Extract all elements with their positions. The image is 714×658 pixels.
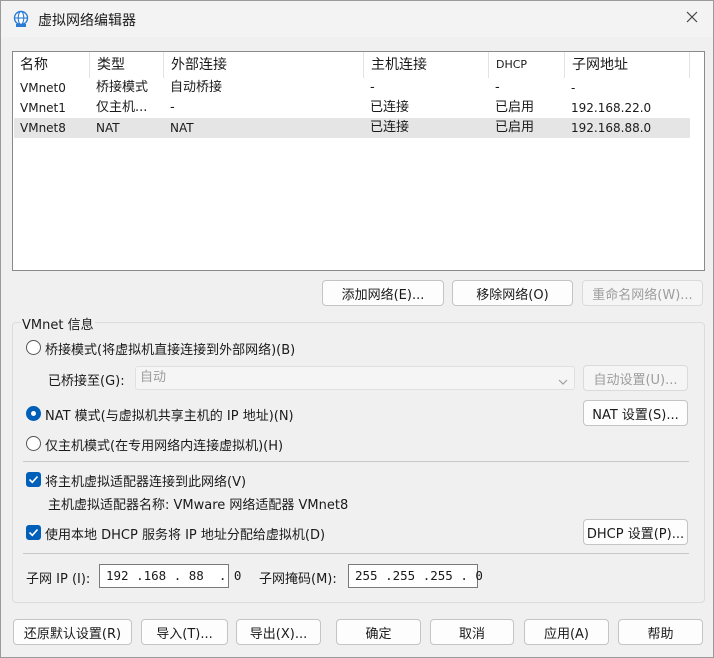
column-header-dhcp[interactable]: DHCP	[489, 52, 565, 78]
bridged-to-select[interactable]: 自动	[135, 366, 575, 390]
cell-dhcp: 已启用	[495, 120, 535, 135]
network-globe-icon	[12, 10, 30, 28]
vmnet-info-title: VMnet 信息	[21, 314, 95, 333]
connect-adapter-checkbox[interactable]	[26, 472, 41, 487]
apply-button[interactable]: 应用(A)	[524, 619, 609, 645]
adapter-name-text: 主机虚拟适配器名称: VMware 网络适配器 VMnet8	[48, 498, 349, 513]
cancel-button[interactable]: 取消	[430, 619, 514, 645]
cell-name: VMnet0	[20, 81, 66, 95]
checkmark-icon	[28, 475, 39, 484]
dhcp-checkbox[interactable]	[26, 525, 41, 540]
import-button[interactable]: 导入(T)...	[141, 619, 228, 645]
divider	[23, 553, 689, 554]
cell-subnet: 192.168.22.0	[571, 101, 652, 115]
help-button[interactable]: 帮助	[618, 619, 703, 645]
list-header: 名称 类型 外部连接 主机连接 DHCP 子网地址	[13, 52, 704, 78]
cell-host: 已连接	[370, 120, 410, 135]
column-header-name[interactable]: 名称	[13, 52, 90, 78]
checkmark-icon	[28, 528, 39, 537]
bridged-mode-label[interactable]: 桥接模式(将虚拟机直接连接到外部网络)(B)	[45, 339, 295, 358]
cell-host: -	[370, 80, 375, 95]
restore-defaults-button[interactable]: 还原默认设置(R)	[13, 619, 132, 645]
host-only-mode-radio[interactable]	[26, 436, 41, 451]
window-title: 虚拟网络编辑器	[38, 13, 136, 29]
add-network-button[interactable]: 添加网络(E)...	[322, 280, 444, 306]
subnet-mask-label: 子网掩码(M):	[259, 572, 337, 587]
cell-external: 自动桥接	[170, 80, 223, 95]
cell-name: VMnet8	[20, 121, 66, 135]
column-header-host[interactable]: 主机连接	[364, 52, 489, 78]
cell-external: NAT	[170, 121, 194, 135]
dhcp-label[interactable]: 使用本地 DHCP 服务将 IP 地址分配给虚拟机(D)	[45, 524, 325, 543]
nat-settings-button[interactable]: NAT 设置(S)...	[583, 400, 688, 426]
column-header-subnet[interactable]: 子网地址	[565, 52, 690, 78]
cell-type: NAT	[96, 121, 120, 135]
nat-mode-label[interactable]: NAT 模式(与虚拟机共享主机的 IP 地址)(N)	[45, 405, 294, 424]
chevron-down-icon	[558, 373, 568, 395]
subnet-mask-field[interactable]: 255 .255 .255 . 0	[348, 564, 483, 588]
virtual-network-editor-window: 虚拟网络编辑器 名称 类型 外部连接 主机连接 DHCP 子网地址 VMnet0…	[0, 0, 714, 658]
bridged-mode-radio[interactable]	[26, 340, 41, 355]
cell-subnet: 192.168.88.0	[571, 121, 652, 135]
cell-external: -	[170, 100, 175, 115]
bridged-to-label: 已桥接至(G):	[48, 374, 125, 389]
title-bar: 虚拟网络编辑器	[1, 1, 713, 37]
table-row[interactable]: VMnet1 仅主机... - 已连接 已启用 192.168.22.0	[14, 98, 690, 118]
cell-subnet: -	[571, 81, 576, 95]
column-header-external[interactable]: 外部连接	[164, 52, 364, 78]
subnet-ip-label: 子网 IP (I):	[26, 572, 91, 587]
network-list[interactable]: 名称 类型 外部连接 主机连接 DHCP 子网地址 VMnet0 桥接模式 自动…	[12, 51, 705, 271]
cell-type: 仅主机...	[96, 100, 148, 115]
table-row[interactable]: VMnet0 桥接模式 自动桥接 - - -	[14, 78, 690, 98]
subnet-ip-field[interactable]: 192 .168 . 88 . 0	[99, 564, 241, 588]
column-header-type[interactable]: 类型	[90, 52, 164, 78]
divider	[23, 461, 689, 462]
auto-settings-button[interactable]: 自动设置(U)...	[583, 365, 688, 391]
dhcp-settings-button[interactable]: DHCP 设置(P)...	[583, 519, 688, 545]
host-only-mode-label[interactable]: 仅主机模式(在专用网络内连接虚拟机)(H)	[45, 435, 283, 454]
export-button[interactable]: 导出(X)...	[236, 619, 321, 645]
cell-type: 桥接模式	[96, 80, 149, 95]
cell-host: 已连接	[370, 100, 410, 115]
ok-button[interactable]: 确定	[336, 619, 421, 645]
table-row[interactable]: VMnet8 NAT NAT 已连接 已启用 192.168.88.0	[14, 118, 690, 138]
remove-network-button[interactable]: 移除网络(O)	[452, 280, 573, 306]
close-icon	[686, 11, 698, 27]
cell-name: VMnet1	[20, 101, 66, 115]
connect-adapter-label[interactable]: 将主机虚拟适配器连接到此网络(V)	[45, 471, 246, 490]
bridged-to-value: 自动	[140, 370, 167, 385]
rename-network-button[interactable]: 重命名网络(W)...	[582, 280, 703, 306]
close-button[interactable]	[677, 7, 707, 31]
cell-dhcp: -	[495, 80, 500, 95]
cell-dhcp: 已启用	[495, 100, 535, 115]
nat-mode-radio[interactable]	[26, 406, 41, 421]
